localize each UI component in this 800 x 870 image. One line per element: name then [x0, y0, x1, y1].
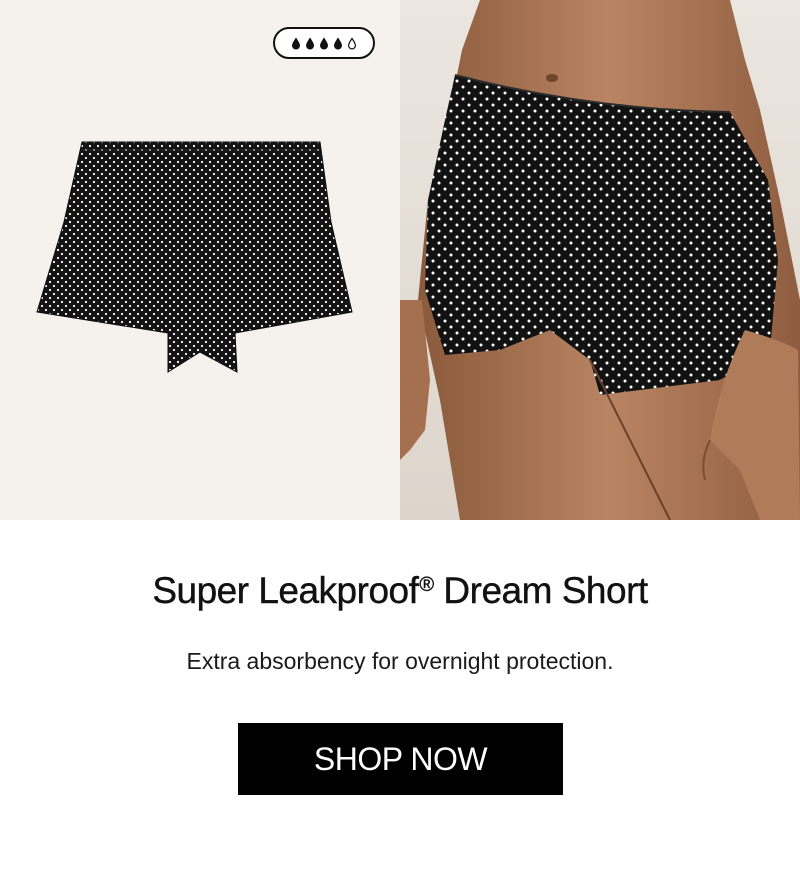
- flat-product-image[interactable]: [0, 0, 400, 520]
- model-product-panel: [400, 0, 800, 520]
- absorbency-indicator: [273, 27, 375, 59]
- product-title: Super Leakproof® Dream Short: [0, 570, 800, 612]
- product-title-suffix: Dream Short: [433, 570, 648, 611]
- water-drop-icon: [334, 37, 342, 49]
- product-description: Extra absorbency for overnight protectio…: [186, 648, 614, 674]
- water-drop-outline-icon: [347, 36, 357, 49]
- shop-now-button[interactable]: SHOP NOW: [238, 723, 563, 795]
- water-drop-icon: [320, 37, 328, 49]
- registered-mark: ®: [419, 574, 434, 596]
- flat-product-panel: [0, 0, 400, 520]
- hero-banner: [0, 0, 800, 520]
- water-drop-icon: [292, 37, 300, 49]
- model-product-image[interactable]: [400, 0, 800, 520]
- product-info: Super Leakproof® Dream Short Extra absor…: [0, 520, 800, 870]
- water-drop-icon: [306, 37, 314, 49]
- product-title-text: Super Leakproof: [152, 570, 419, 611]
